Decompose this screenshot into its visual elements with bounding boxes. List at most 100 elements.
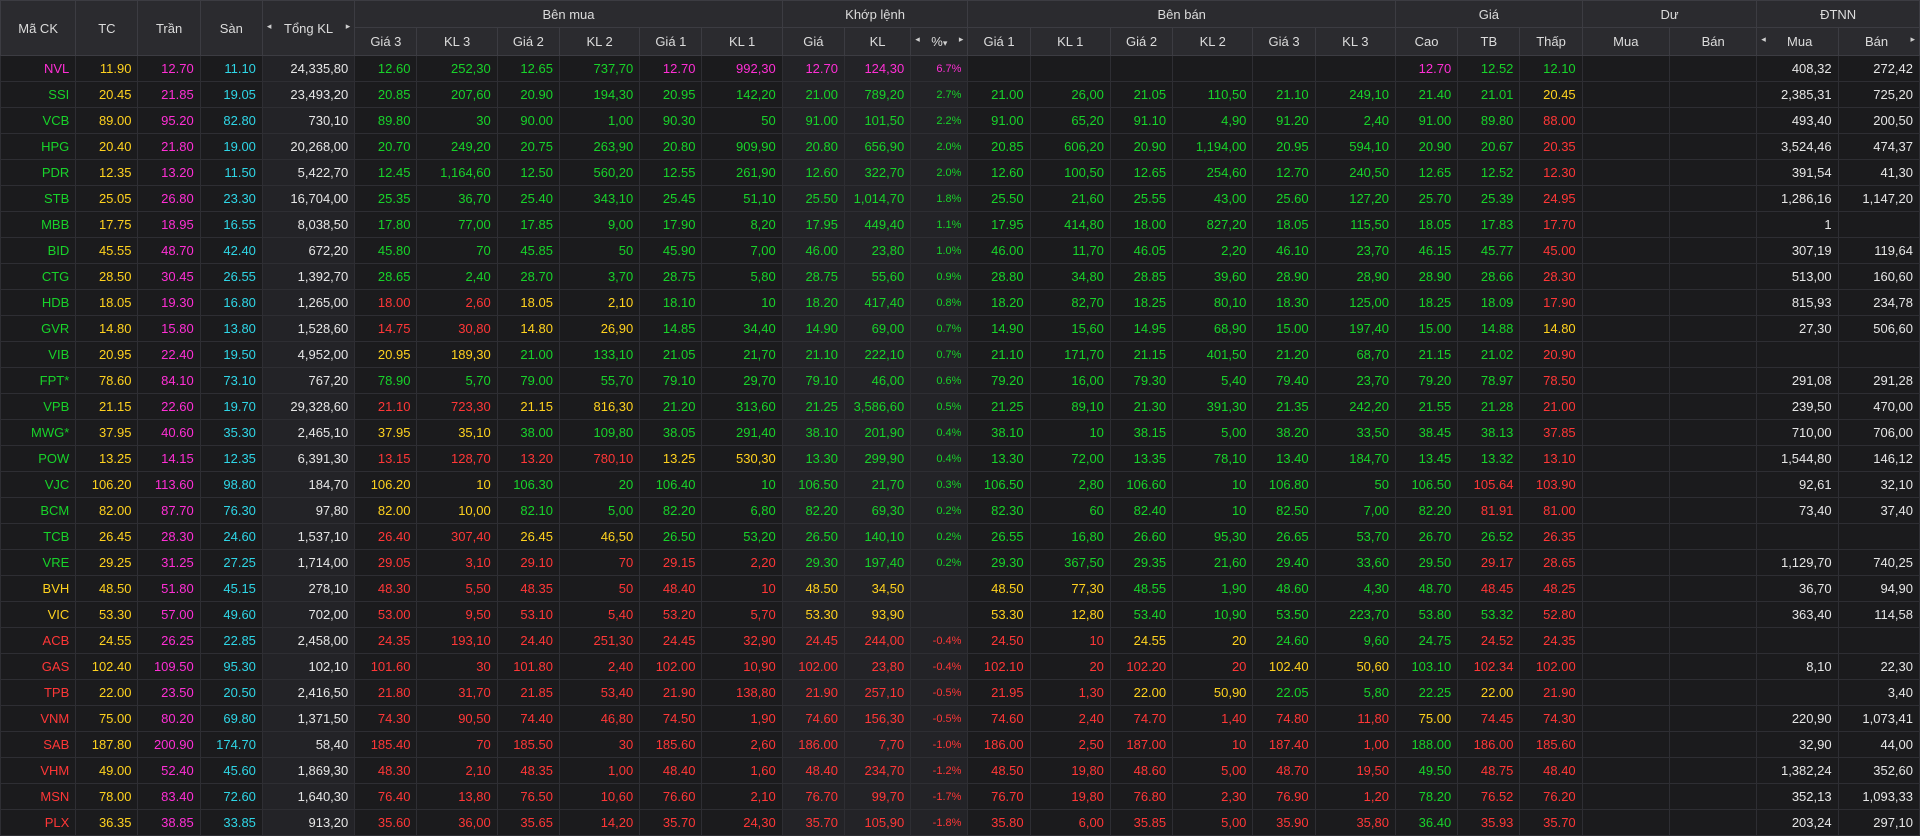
buy-price3-cell: 89.80 (354, 107, 418, 134)
symbol-cell[interactable]: FPT* (0, 367, 77, 394)
table-row[interactable]: HPG 20.40 21.80 19.00 20,268,00 20.70 249,20 20… (0, 133, 1920, 160)
avg-price-cell: 89.80 (1457, 107, 1521, 134)
header-buy-vol1[interactable]: KL 1 (701, 27, 783, 56)
table-row[interactable]: MWG* 37.95 40.60 35.30 2,465,10 37.95 35,10 38.… (0, 419, 1920, 446)
sort-desc-icon[interactable]: ▾ (943, 38, 948, 48)
symbol-cell[interactable]: VIB (0, 341, 77, 368)
symbol-cell[interactable]: HPG (0, 133, 77, 160)
table-row[interactable]: GAS 102.40 109.50 95.30 102,10 101.60 30 101.80… (0, 653, 1920, 680)
symbol-cell[interactable]: VJC (0, 471, 77, 498)
caret-left-icon[interactable]: ◂ (915, 34, 920, 45)
header-total-volume[interactable]: ◂ Tổng KL ▸ (261, 0, 356, 56)
header-sell-price3[interactable]: Giá 3 (1252, 27, 1316, 56)
caret-left-icon[interactable]: ◂ (1761, 34, 1766, 45)
symbol-cell[interactable]: HDB (0, 289, 77, 316)
symbol-cell[interactable]: CTG (0, 263, 77, 290)
symbol-cell[interactable]: SSI (0, 81, 77, 108)
header-buy-price3[interactable]: Giá 3 (354, 27, 418, 56)
header-symbol[interactable]: Mã CK (0, 0, 77, 56)
header-remain-buy[interactable]: Mua (1581, 27, 1670, 56)
symbol-cell[interactable]: VRE (0, 549, 77, 576)
header-low[interactable]: Thấp (1519, 27, 1583, 56)
table-row[interactable]: VNM 75.00 80.20 69.80 1,371,50 74.30 90,50 74.4… (0, 705, 1920, 732)
header-ref[interactable]: TC (75, 0, 139, 56)
table-row[interactable]: VCB 89.00 95.20 82.80 730,10 89.80 30 90.00 1,00… (0, 107, 1920, 134)
symbol-cell[interactable]: MBB (0, 211, 77, 238)
table-row[interactable]: VHM 49.00 52.40 45.60 1,869,30 48.30 2,10 48.35… (0, 757, 1920, 784)
header-match-price[interactable]: Giá (781, 27, 845, 56)
symbol-cell[interactable]: PDR (0, 159, 77, 186)
header-buy-price1[interactable]: Giá 1 (639, 27, 703, 56)
table-row[interactable]: SSI 20.45 21.85 19.05 23,493,20 20.85 207,60 20… (0, 81, 1920, 108)
symbol-cell[interactable]: SAB (0, 731, 77, 758)
header-match-pct[interactable]: ◂ %▾ ▸ (910, 27, 969, 56)
header-sell-vol3[interactable]: KL 3 (1314, 27, 1396, 56)
symbol-cell[interactable]: BVH (0, 575, 77, 602)
symbol-cell[interactable]: MWG* (0, 419, 77, 446)
match-vol-cell: 46,00 (843, 367, 912, 394)
table-row[interactable]: MSN 78.00 83.40 72.60 1,640,30 76.40 13,80 76.5… (0, 783, 1920, 810)
header-foreign-buy[interactable]: ◂ Mua (1756, 27, 1839, 56)
header-ceil[interactable]: Trần (137, 0, 201, 56)
caret-right-icon[interactable]: ▸ (959, 34, 964, 45)
table-row[interactable]: VRE 29.25 31.25 27.25 1,714,00 29.05 3,10 29.10… (0, 549, 1920, 576)
header-sell-vol1[interactable]: KL 1 (1029, 27, 1111, 56)
table-row[interactable]: BCM 82.00 87.70 76.30 97,80 82.00 10,00 82.10 5,… (0, 497, 1920, 524)
header-sell-price2[interactable]: Giá 2 (1109, 27, 1174, 56)
table-row[interactable]: NVL 11.90 12.70 11.10 24,335,80 12.60 252,30 12… (0, 55, 1920, 82)
symbol-cell[interactable]: NVL (0, 55, 77, 82)
header-floor[interactable]: Sàn (199, 0, 263, 56)
table-row[interactable]: HDB 18.05 19.30 16.80 1,265,00 18.00 2,60 18.05… (0, 289, 1920, 316)
header-foreign-sell[interactable]: Bán ▸ (1837, 27, 1920, 56)
symbol-cell[interactable]: VHM (0, 757, 77, 784)
table-row[interactable]: FPT* 78.60 84.10 73.10 767,20 78.90 5,70 79.00 5… (0, 367, 1920, 394)
table-row[interactable]: SAB 187.80 200.90 174.70 58,40 185.40 70 185.50… (0, 731, 1920, 758)
header-avg[interactable]: TB (1457, 27, 1521, 56)
remain-sell-cell (1668, 575, 1758, 602)
table-row[interactable]: ACB 24.55 26.25 22.85 2,458,00 24.35 193,10 24.… (0, 627, 1920, 654)
header-buy-vol3[interactable]: KL 3 (416, 27, 498, 56)
table-row[interactable]: TPB 22.00 23.50 20.50 2,416,50 21.80 31,70 21.8… (0, 679, 1920, 706)
symbol-cell[interactable]: STB (0, 185, 77, 212)
symbol-cell[interactable]: TCB (0, 523, 77, 550)
header-remain-sell[interactable]: Bán (1668, 27, 1758, 56)
table-row[interactable]: CTG 28.50 30.45 26.55 1,392,70 28.65 2,40 28.70… (0, 263, 1920, 290)
buy-price1-cell: 48.40 (639, 757, 703, 784)
symbol-cell[interactable]: VPB (0, 393, 77, 420)
high-price-cell: 26.70 (1394, 523, 1459, 550)
table-row[interactable]: GVR 14.80 15.80 13.80 1,528,60 14.75 30,80 14.8… (0, 315, 1920, 342)
symbol-cell[interactable]: BCM (0, 497, 77, 524)
table-row[interactable]: VJC 106.20 113.60 98.80 184,70 106.20 10 106.30… (0, 471, 1920, 498)
symbol-cell[interactable]: VCB (0, 107, 77, 134)
table-row[interactable]: VIB 20.95 22.40 19.50 4,952,00 20.95 189,30 21.… (0, 341, 1920, 368)
table-row[interactable]: TCB 26.45 28.30 24.60 1,537,10 26.40 307,40 26.… (0, 523, 1920, 550)
table-row[interactable]: VPB 21.15 22.60 19.70 29,328,60 21.10 723,30 21… (0, 393, 1920, 420)
symbol-cell[interactable]: VNM (0, 705, 77, 732)
symbol-cell[interactable]: GAS (0, 653, 77, 680)
table-row[interactable]: BVH 48.50 51.80 45.15 278,10 48.30 5,50 48.35 50… (0, 575, 1920, 602)
header-buy-price2[interactable]: Giá 2 (496, 27, 560, 56)
symbol-cell[interactable]: BID (0, 237, 77, 264)
table-row[interactable]: PDR 12.35 13.20 11.50 5,422,70 12.45 1,164,60 1… (0, 159, 1920, 186)
table-row[interactable]: BID 45.55 48.70 42.40 672,20 45.80 70 45.85 50 45… (0, 237, 1920, 264)
symbol-cell[interactable]: ACB (0, 627, 77, 654)
table-row[interactable]: VIC 53.30 57.00 49.60 702,00 53.00 9,50 53.10 5,… (0, 601, 1920, 628)
match-vol-cell: 7,70 (843, 731, 912, 758)
table-row[interactable]: POW 13.25 14.15 12.35 6,391,30 13.15 128,70 13.… (0, 445, 1920, 472)
caret-right-icon[interactable]: ▸ (346, 21, 351, 32)
symbol-cell[interactable]: GVR (0, 315, 77, 342)
header-buy-vol2[interactable]: KL 2 (558, 27, 641, 56)
symbol-cell[interactable]: POW (0, 445, 77, 472)
symbol-cell[interactable]: TPB (0, 679, 77, 706)
caret-left-icon[interactable]: ◂ (267, 21, 272, 32)
header-match-vol[interactable]: KL (843, 27, 912, 56)
header-high[interactable]: Cao (1394, 27, 1459, 56)
header-sell-vol2[interactable]: KL 2 (1172, 27, 1254, 56)
header-sell-price1[interactable]: Giá 1 (967, 27, 1031, 56)
table-row[interactable]: MBB 17.75 18.95 16.55 8,038,50 17.80 77,00 17.8… (0, 211, 1920, 238)
symbol-cell[interactable]: MSN (0, 783, 77, 810)
symbol-cell[interactable]: VIC (0, 601, 77, 628)
table-row[interactable]: STB 25.05 26.80 23.30 16,704,00 25.35 36,70 25.… (0, 185, 1920, 212)
caret-right-icon[interactable]: ▸ (1910, 34, 1915, 45)
ceil-price-cell: 21.85 (137, 81, 201, 108)
